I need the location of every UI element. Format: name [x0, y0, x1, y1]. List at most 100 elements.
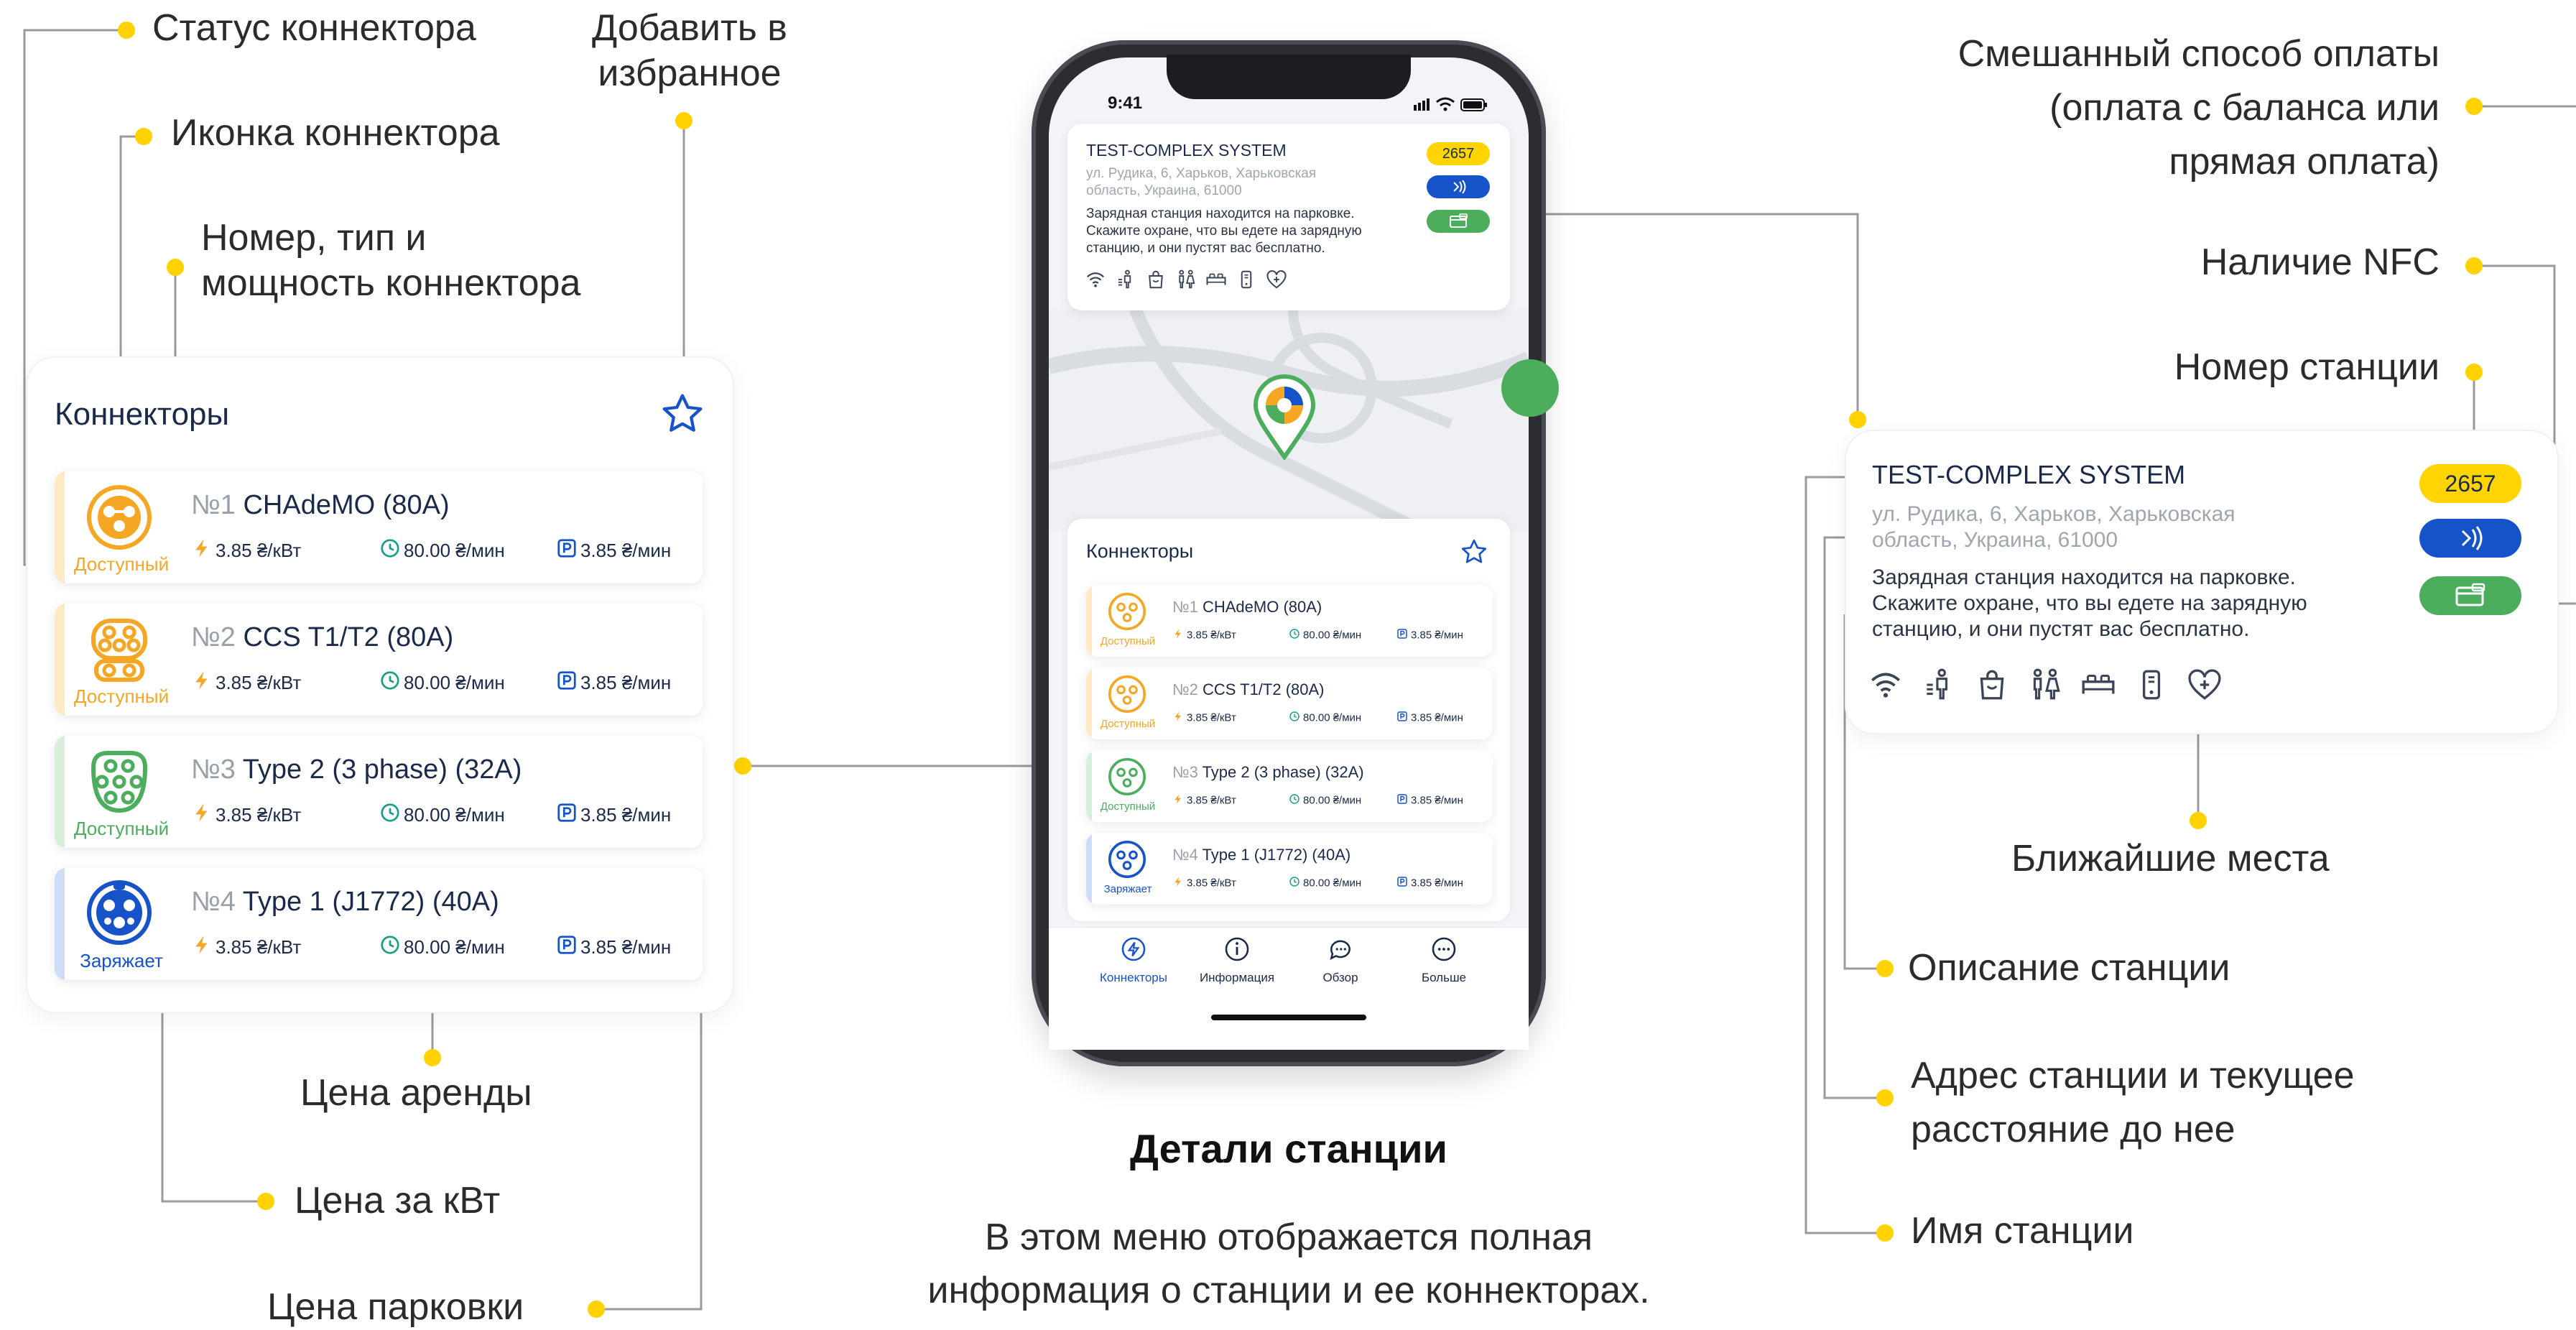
restroom-icon [1115, 269, 1136, 294]
callout-price-per-kw: Цена за кВт [295, 1180, 501, 1222]
station-number-badge: 2657 [2419, 464, 2521, 503]
connector-status-small: Доступный [1100, 635, 1156, 647]
price-value: 80.00 ₴/мин [404, 804, 505, 826]
callout-dot [588, 1301, 605, 1318]
more-dots-icon [1398, 936, 1490, 966]
tab-info-circle[interactable]: Информация [1191, 936, 1283, 985]
price-value: 3.85 ₴/кВт [1187, 794, 1236, 807]
clock-icon [1289, 877, 1299, 887]
callout-dot [675, 112, 692, 129]
callout-dot [424, 1049, 441, 1066]
callout-dot [135, 128, 152, 145]
connector-title: №4 Type 1 (J1772) (40A) [191, 887, 499, 918]
parking-icon [557, 803, 576, 822]
parking-icon [1397, 629, 1407, 639]
type2-connector-icon [85, 747, 154, 820]
station-name-small: TEST-COMPLEX SYSTEM [1086, 141, 1287, 160]
caption-text: В этом меню отображается полная информац… [927, 1216, 1650, 1311]
payment-badge [2419, 576, 2521, 615]
tab-bolt-circle[interactable]: Коннекторы [1088, 936, 1180, 985]
price-time-label: 80.00 ₴/мин [379, 670, 505, 696]
price-kw-label: 3.85 ₴/кВт [191, 802, 301, 828]
connector-number: №1 [191, 490, 236, 520]
hotel-icon [1205, 269, 1227, 294]
connector-title: №1 CHAdeMO (80A) [191, 490, 450, 521]
callout-parking-price: Цена парковки [267, 1286, 524, 1328]
price-value: 80.00 ₴/мин [404, 672, 505, 693]
bolt-icon [1175, 629, 1181, 639]
price-kw-label: 3.85 ₴/кВт [1172, 876, 1236, 890]
connector-name: Type 1 (J1772) (40A) [242, 887, 499, 917]
callout-rental-price: Цена аренды [300, 1072, 532, 1114]
callout-dot [1849, 411, 1866, 428]
price-parking-label: 3.85 ₴/мин [1396, 876, 1463, 890]
clock-icon [381, 671, 399, 690]
connector-status-small: Заряжает [1103, 883, 1152, 895]
map-cluster-marker[interactable] [1501, 359, 1559, 417]
callout-dot [1876, 1224, 1894, 1242]
tab-comment[interactable]: Обзор [1294, 936, 1386, 985]
connector-name: CHAdeMO (80A) [243, 490, 450, 520]
connector-status-label: Доступный [73, 818, 170, 839]
status-bar-icons [1411, 95, 1490, 114]
price-value: 80.00 ₴/мин [1303, 877, 1362, 890]
connector-number: №2 [191, 622, 236, 652]
price-value: 3.85 ₴/мин [1411, 794, 1463, 807]
price-time-label: 80.00 ₴/мин [379, 537, 505, 564]
price-time-label: 80.00 ₴/мин [379, 802, 505, 828]
connector-title: №3 Type 2 (3 phase) (32A) [191, 754, 522, 785]
callout-dot [2190, 812, 2207, 829]
price-parking-label: 3.85 ₴/мин [1396, 628, 1463, 642]
price-value: 3.85 ₴/мин [1411, 629, 1463, 642]
star-outline-icon[interactable] [1460, 537, 1488, 566]
wallet-card-icon [1450, 213, 1468, 228]
nfc-badge [2419, 519, 2521, 558]
tab-more-dots[interactable]: Больше [1398, 936, 1490, 985]
price-kw-label: 3.85 ₴/кВт [191, 934, 301, 961]
connector-number: №1 [1172, 598, 1198, 616]
price-value: 80.00 ₴/мин [1303, 711, 1362, 724]
connector-number: №3 [191, 754, 236, 785]
price-parking-label: 3.85 ₴/мин [556, 802, 671, 828]
wallet-card-icon [2455, 583, 2485, 606]
clock-icon [1289, 629, 1299, 639]
station-map-pin-icon[interactable] [1250, 374, 1319, 463]
connector-icon-small [1106, 673, 1148, 719]
bolt-icon [1175, 711, 1181, 721]
parking-icon [1397, 794, 1407, 804]
callout-dot [118, 22, 135, 39]
connector-name: CCS T1/T2 (80A) [1202, 680, 1325, 698]
connectors-title: Коннекторы [55, 397, 230, 432]
price-parking-label: 3.85 ₴/мин [556, 670, 671, 696]
hospital-icon [2187, 667, 2223, 706]
clock-icon [381, 803, 399, 822]
price-value: 3.85 ₴/кВт [216, 540, 302, 561]
clock-icon [381, 936, 399, 954]
bolt-icon [195, 539, 208, 558]
price-value: 3.85 ₴/мин [580, 540, 672, 561]
home-indicator [1211, 1015, 1366, 1020]
price-value: 80.00 ₴/мин [1303, 794, 1362, 807]
price-kw-label: 3.85 ₴/кВт [1172, 628, 1236, 642]
price-time-label: 80.00 ₴/мин [1289, 793, 1361, 808]
price-parking-label: 3.85 ₴/мин [556, 537, 671, 564]
tab-label: Коннекторы [1100, 971, 1167, 984]
callout-station-number: Номер станции [2174, 346, 2440, 388]
toilets-icon [2027, 667, 2063, 706]
clock-icon [1289, 711, 1299, 721]
price-time-label: 80.00 ₴/мин [1289, 628, 1361, 642]
ccs-connector-icon [85, 615, 154, 688]
connector-title-small: №3 Type 2 (3 phase) (32A) [1172, 763, 1364, 782]
price-value: 3.85 ₴/кВт [216, 936, 302, 958]
station-number-badge-small: 2657 [1427, 142, 1490, 165]
status-bar-time: 9:41 [1108, 93, 1143, 113]
star-outline-icon[interactable] [659, 391, 705, 437]
bolt-icon [195, 936, 208, 954]
price-value: 80.00 ₴/мин [404, 936, 505, 958]
parking-icon [557, 936, 576, 954]
callout-add-favorite: Добавить в избранное [592, 7, 787, 95]
callout-connector-number-type-power: Номер, тип и мощность коннектора [201, 217, 581, 305]
price-kw-label: 3.85 ₴/кВт [191, 537, 301, 564]
price-kw-label: 3.85 ₴/кВт [1172, 711, 1236, 725]
callout-nearby-places: Ближайшие места [2011, 838, 2330, 879]
